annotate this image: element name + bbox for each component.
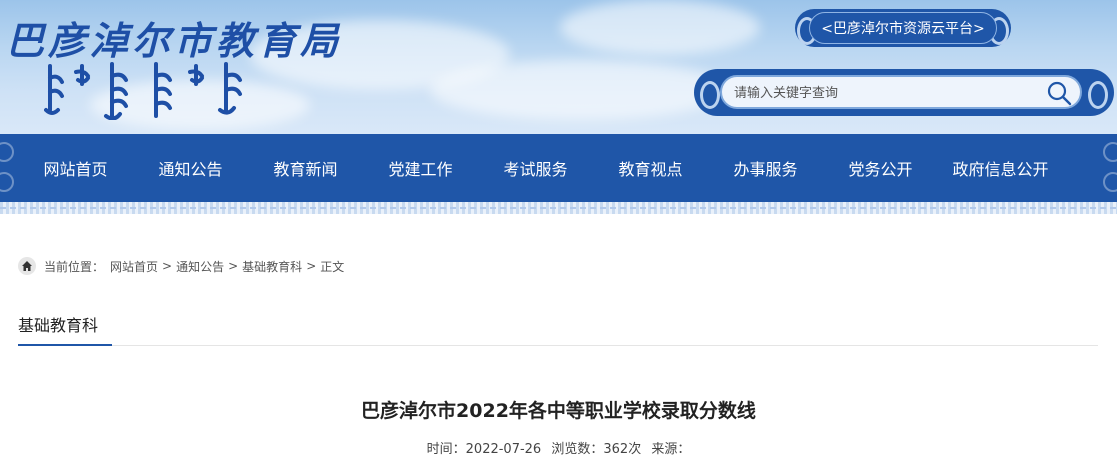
search-box bbox=[720, 75, 1082, 109]
search-area bbox=[694, 69, 1114, 116]
main-nav: 网站首页 通知公告 教育新闻 党建工作 考试服务 教育视点 办事服务 党务公开 … bbox=[0, 134, 1117, 202]
breadcrumb-item-notices[interactable]: 通知公告 bbox=[176, 258, 224, 275]
nav-item-exam-services[interactable]: 考试服务 bbox=[478, 134, 593, 202]
nav-border-decoration bbox=[0, 202, 1117, 214]
breadcrumb-item-home[interactable]: 网站首页 bbox=[110, 258, 158, 275]
breadcrumb-separator: > bbox=[228, 259, 239, 273]
section-accent-bar bbox=[18, 344, 112, 346]
nav-item-services[interactable]: 办事服务 bbox=[708, 134, 823, 202]
section-title: 基础教育科 bbox=[18, 316, 99, 335]
article-title: 巴彦淖尔市2022年各中等职业学校录取分数线 bbox=[361, 400, 756, 422]
nav-pattern-decoration bbox=[1103, 142, 1117, 192]
nav-menu: 网站首页 通知公告 教育新闻 党建工作 考试服务 教育视点 办事服务 党务公开 … bbox=[18, 134, 1063, 202]
search-input[interactable] bbox=[732, 81, 1036, 105]
breadcrumb-separator: > bbox=[162, 259, 173, 273]
nav-item-home[interactable]: 网站首页 bbox=[18, 134, 133, 202]
breadcrumb: 当前位置： 网站首页 > 通知公告 > 基础教育科 > 正文 bbox=[18, 256, 344, 276]
site-title: 巴彦淖尔市教育局 bbox=[6, 18, 343, 63]
meta-views-label: 浏览数： bbox=[551, 442, 604, 457]
breadcrumb-prefix: 当前位置： bbox=[44, 259, 105, 274]
section-divider bbox=[18, 345, 1098, 346]
home-icon bbox=[18, 257, 36, 275]
breadcrumb-separator: > bbox=[306, 259, 317, 273]
site-header: 巴彦淖尔市教育局 <巴彦淖尔市资源云平台> bbox=[0, 0, 1117, 134]
nav-item-gov-info[interactable]: 政府信息公开 bbox=[938, 134, 1063, 202]
scroll-curl-icon bbox=[1088, 81, 1108, 109]
nav-item-education-news[interactable]: 教育新闻 bbox=[248, 134, 363, 202]
mongolian-script-logo bbox=[44, 62, 242, 120]
article-meta: 时间：2022-07-26 浏览数：362次 来源： bbox=[0, 438, 1117, 457]
scroll-curl-icon bbox=[700, 81, 720, 109]
meta-time-label: 时间： bbox=[426, 442, 466, 457]
breadcrumb-item-current: 正文 bbox=[320, 259, 345, 274]
breadcrumb-item-section[interactable]: 基础教育科 bbox=[242, 258, 302, 275]
nav-item-party-affairs[interactable]: 党务公开 bbox=[823, 134, 938, 202]
nav-item-party-building[interactable]: 党建工作 bbox=[363, 134, 478, 202]
resource-platform-link[interactable]: <巴彦淖尔市资源云平台> bbox=[809, 12, 997, 44]
nav-item-notices[interactable]: 通知公告 bbox=[133, 134, 248, 202]
meta-time: 2022-07-26 bbox=[465, 442, 542, 457]
resource-platform-badge[interactable]: <巴彦淖尔市资源云平台> bbox=[795, 9, 1011, 47]
nav-item-education-viewpoint[interactable]: 教育视点 bbox=[593, 134, 708, 202]
cloud-decoration bbox=[430, 60, 730, 120]
cloud-decoration bbox=[560, 0, 760, 55]
meta-views: 362次 bbox=[603, 442, 642, 457]
meta-source-label: 来源： bbox=[651, 442, 691, 457]
search-icon[interactable] bbox=[1046, 80, 1072, 106]
